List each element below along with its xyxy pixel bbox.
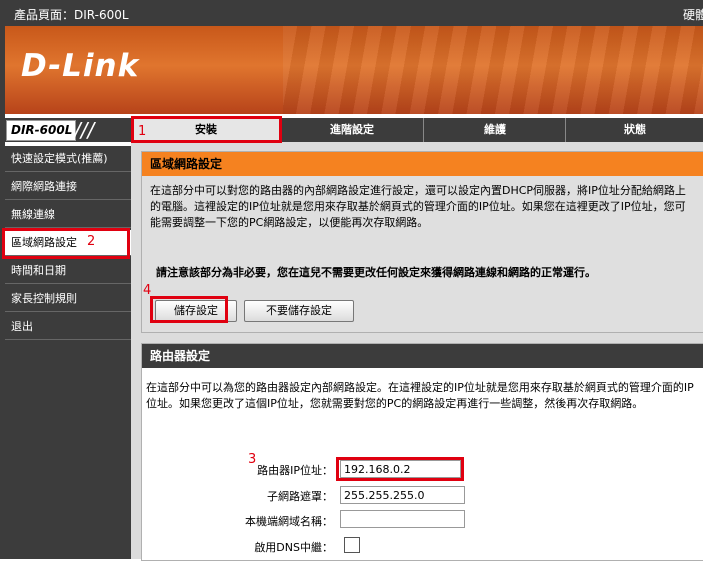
annotation-number-2: 2 (87, 234, 96, 249)
lan-warning: 請注意該部分為非必要，您在這兒不需要更改任何設定來獲得網路連線和網路的正常運行。 (156, 266, 596, 279)
router-ip-input[interactable]: 192.168.0.2 (340, 460, 461, 478)
dns-relay-checkbox[interactable] (344, 537, 360, 553)
dont-save-button[interactable]: 不要儲存設定 (244, 300, 354, 322)
sidebar-item-parental[interactable]: 家長控制規則 (5, 286, 131, 312)
save-settings-button[interactable]: 儲存設定 (155, 300, 237, 322)
sidebar-item-time[interactable]: 時間和日期 (5, 258, 131, 284)
annotation-number-4: 4 (143, 283, 152, 298)
annotation-number-1: 1 (138, 124, 147, 139)
tab-status[interactable]: 狀態 (565, 118, 703, 142)
model-slashes: /// (74, 118, 95, 142)
header-banner: D-Link (5, 26, 703, 114)
local-domain-label: 本機端網域名稱： (245, 515, 333, 528)
local-domain-input[interactable] (340, 510, 465, 528)
product-page-label: 產品頁面：DIR-600L (14, 8, 129, 22)
dns-relay-label: 啟用DNS中繼： (254, 541, 333, 554)
tab-advanced[interactable]: 進階設定 (279, 118, 424, 142)
banner-decoration (283, 26, 703, 114)
model-label: DIR-600L (6, 120, 76, 141)
lan-section-header: 區域網路設定 (142, 152, 703, 176)
subnet-mask-input[interactable]: 255.255.255.0 (340, 486, 465, 504)
sidebar-item-wizard[interactable]: 快速設定模式(推薦) (5, 146, 131, 172)
hardware-version-label: 硬體 (682, 8, 703, 22)
annotation-number-3: 3 (248, 452, 257, 467)
router-section-header: 路由器設定 (142, 344, 703, 368)
sidebar-item-internet[interactable]: 網際網路連接 (5, 174, 131, 200)
dlink-logo: D-Link (21, 48, 140, 84)
lan-settings-section: 區域網路設定 在這部分中可以對您的路由器的內部網路設定進行設定，還可以設定內置D… (141, 151, 703, 333)
router-description: 在這部分中可以為您的路由器設定內部網路設定。在這裡設定的IP位址就是您用來存取基… (146, 381, 694, 410)
subnet-mask-label: 子網路遮罩： (267, 490, 333, 503)
sidebar-item-logout[interactable]: 退出 (5, 314, 131, 340)
top-bar: 產品頁面：DIR-600L 硬體 (0, 0, 703, 26)
sidebar-item-wireless[interactable]: 無線連線 (5, 202, 131, 228)
sidebar-item-lan[interactable]: 區域網路設定 (5, 230, 131, 256)
tab-setup[interactable]: 安裝 (133, 118, 279, 142)
lan-description: 在這部分中可以對您的路由器的內部網路設定進行設定，還可以設定內置DHCP伺服器，… (150, 184, 686, 229)
tab-maintenance[interactable]: 維護 (423, 118, 566, 142)
main-tabs: 安裝 進階設定 維護 狀態 (133, 118, 703, 142)
